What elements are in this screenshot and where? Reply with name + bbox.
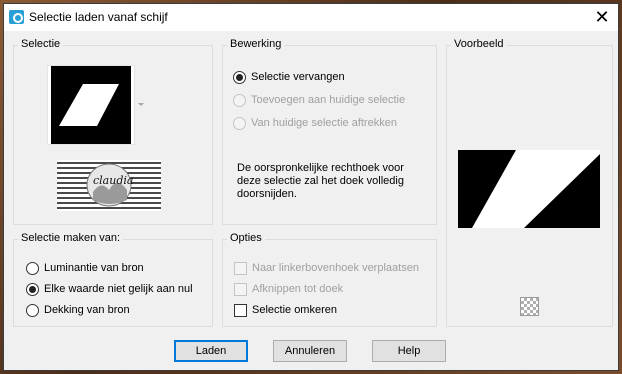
selectie-group-label: Selectie bbox=[18, 38, 64, 50]
selectie-maken-group: Selectie maken van: Luminantie van bron … bbox=[13, 232, 213, 327]
radio-dekking[interactable]: Dekking van bron bbox=[26, 302, 130, 318]
radio-label: Selectie vervangen bbox=[251, 71, 345, 83]
voorbeeld-group-label: Voorbeeld bbox=[451, 38, 507, 50]
radio-button[interactable] bbox=[26, 282, 39, 296]
check-linkerbovenhoek[interactable]: Naar linkerbovenhoek verplaatsen bbox=[234, 260, 419, 276]
radio-label: Dekking van bron bbox=[44, 304, 130, 316]
claudia-logo: claudia bbox=[57, 160, 161, 211]
opties-group-label: Opties bbox=[227, 232, 265, 244]
radio-button[interactable] bbox=[233, 93, 246, 107]
bewerking-group: Bewerking Selectie vervangen Toevoegen a… bbox=[222, 38, 437, 225]
transparency-toggle-icon[interactable] bbox=[520, 297, 539, 316]
title-bar: Selectie laden vanaf schijf ✕ bbox=[4, 4, 618, 31]
radio-luminantie[interactable]: Luminantie van bron bbox=[26, 260, 144, 276]
check-selectie-omkeren[interactable]: Selectie omkeren bbox=[234, 302, 337, 318]
radio-toevoegen[interactable]: Toevoegen aan huidige selectie bbox=[233, 92, 405, 108]
voorbeeld-group: Voorbeeld bbox=[446, 38, 613, 327]
radio-button[interactable] bbox=[26, 303, 39, 317]
check-afknippen[interactable]: Afknippen tot doek bbox=[234, 281, 343, 297]
dropdown-arrow-icon[interactable] bbox=[138, 103, 144, 106]
radio-aftrekken[interactable]: Van huidige selectie aftrekken bbox=[233, 115, 397, 131]
checkbox[interactable] bbox=[234, 303, 247, 317]
radio-elke-waarde[interactable]: Elke waarde niet gelijk aan nul bbox=[26, 281, 193, 297]
close-icon[interactable]: ✕ bbox=[590, 6, 614, 28]
checkbox-label: Selectie omkeren bbox=[252, 304, 337, 316]
opties-group: Opties Naar linkerbovenhoek verplaatsen … bbox=[222, 232, 437, 327]
selectie-group: Selectie claudia bbox=[13, 38, 213, 225]
radio-label: Toevoegen aan huidige selectie bbox=[251, 94, 406, 106]
laden-button[interactable]: Laden bbox=[174, 340, 248, 362]
checkbox-label: Afknippen tot doek bbox=[252, 283, 344, 295]
radio-selectie-vervangen[interactable]: Selectie vervangen bbox=[233, 69, 345, 85]
selectie-maken-group-label: Selectie maken van: bbox=[18, 232, 124, 244]
app-icon bbox=[9, 10, 24, 24]
claudia-logo-text: claudia bbox=[93, 174, 134, 187]
selection-thumbnail[interactable] bbox=[47, 65, 135, 145]
dialog-window: Selectie laden vanaf schijf ✕ Selectie c… bbox=[3, 3, 619, 371]
window-title: Selectie laden vanaf schijf bbox=[29, 10, 168, 24]
preview-image bbox=[458, 150, 600, 228]
bewerking-description: De oorspronkelijke rechthoek voor deze s… bbox=[237, 162, 404, 200]
radio-label: Elke waarde niet gelijk aan nul bbox=[44, 283, 193, 295]
bewerking-group-label: Bewerking bbox=[227, 38, 285, 50]
radio-button[interactable] bbox=[233, 70, 246, 84]
annuleren-button[interactable]: Annuleren bbox=[273, 340, 347, 362]
radio-button[interactable] bbox=[26, 261, 39, 275]
selection-shape-image bbox=[51, 66, 131, 144]
checkbox[interactable] bbox=[234, 282, 247, 296]
radio-label: Luminantie van bron bbox=[44, 262, 144, 274]
radio-label: Van huidige selectie aftrekken bbox=[251, 117, 397, 129]
help-button[interactable]: Help bbox=[372, 340, 446, 362]
radio-button[interactable] bbox=[233, 116, 246, 130]
checkbox[interactable] bbox=[234, 261, 247, 275]
checkbox-label: Naar linkerbovenhoek verplaatsen bbox=[252, 262, 419, 274]
